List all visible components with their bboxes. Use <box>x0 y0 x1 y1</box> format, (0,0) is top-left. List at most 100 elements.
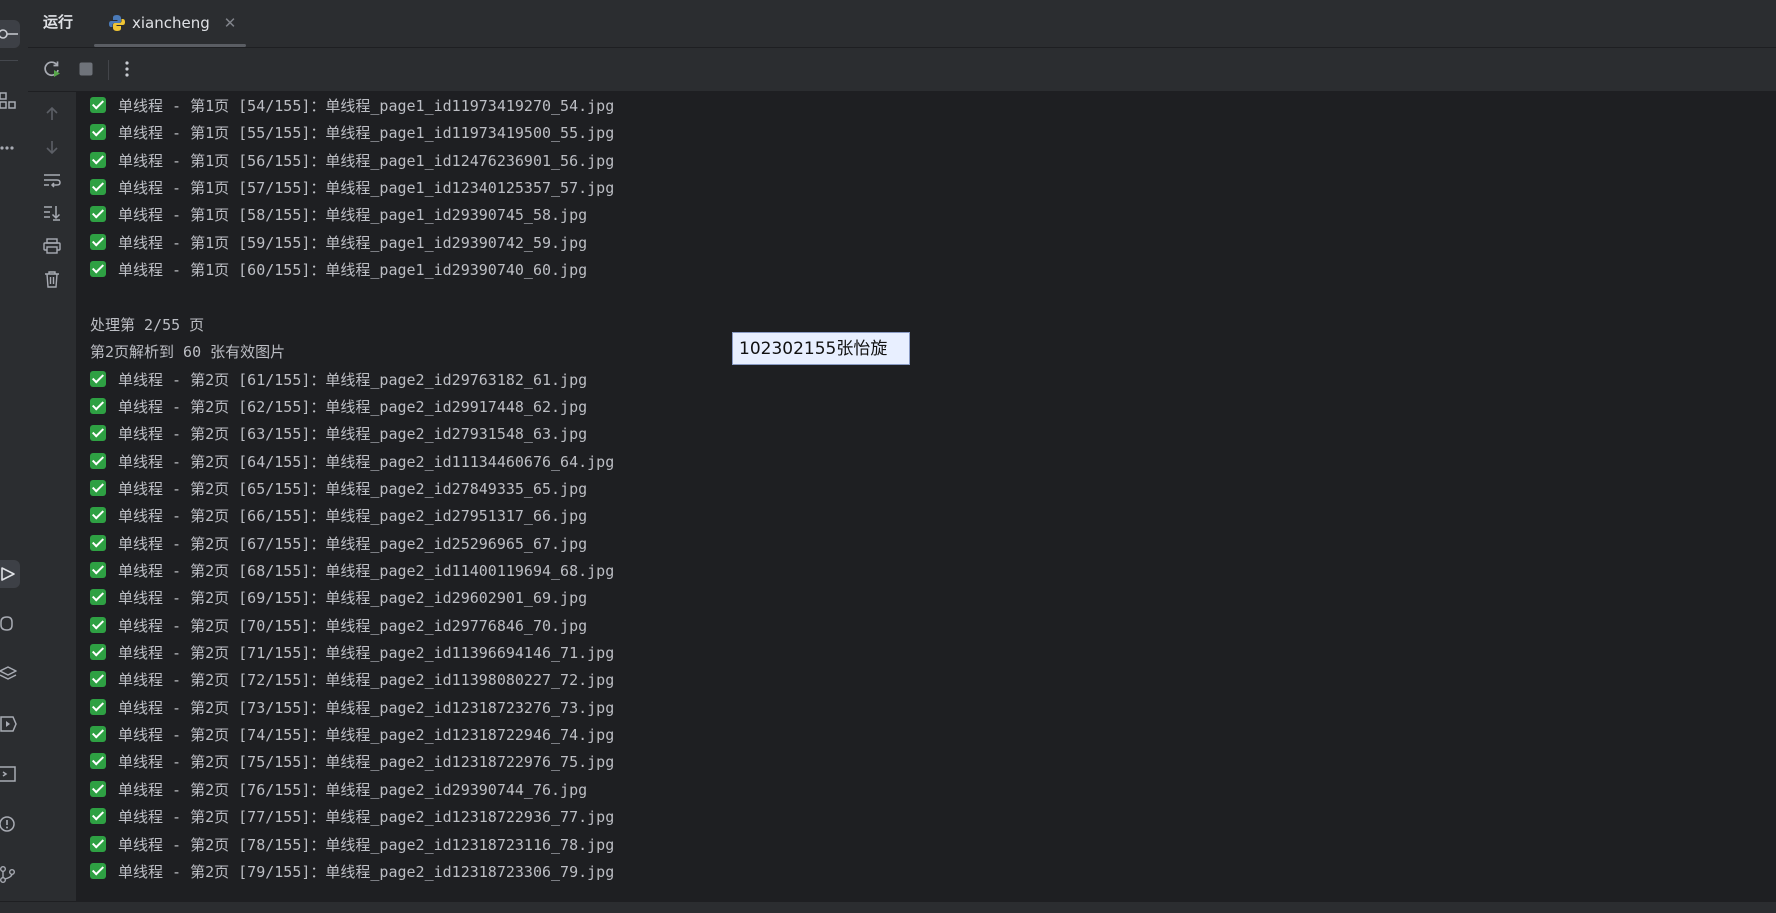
activity-bar <box>0 0 29 913</box>
layers-icon[interactable] <box>0 660 20 688</box>
services-icon[interactable] <box>0 710 20 738</box>
console-line: 单线程 - 第1页 [57/155]：单线程_page1_id123401253… <box>90 175 614 201</box>
console-line-text: 单线程 - 第2页 [62/155]：单线程_page2_id29917448_… <box>118 397 588 416</box>
scroll-to-end-icon[interactable] <box>41 202 63 224</box>
console-line: 单线程 - 第1页 [55/155]：单线程_page1_id119734195… <box>90 120 614 146</box>
stop-icon[interactable] <box>75 58 97 80</box>
check-mark-icon <box>90 206 106 223</box>
console-line: 单线程 - 第2页 [68/155]：单线程_page2_id114001196… <box>90 558 614 584</box>
check-mark-icon <box>90 562 106 578</box>
console-message: 第2页解析到 60 张有效图片 <box>90 339 285 365</box>
commit-icon[interactable] <box>0 20 20 48</box>
git-icon[interactable] <box>0 860 20 888</box>
check-mark-icon <box>90 753 106 770</box>
console-line-text: 第2页解析到 60 张有效图片 <box>90 343 286 362</box>
console-line-text: 单线程 - 第2页 [67/155]：单线程_page2_id25296965_… <box>118 534 588 553</box>
activity-separator <box>0 60 18 61</box>
console-line-text: 单线程 - 第2页 [71/155]：单线程_page2_id113966941… <box>118 644 615 662</box>
console-line: 单线程 - 第1页 [56/155]：单线程_page1_id124762369… <box>90 148 614 174</box>
console-line-text: 单线程 - 第2页 [61/155]：单线程_page2_id29763182_… <box>118 370 588 389</box>
console-line: 单线程 - 第2页 [72/155]：单线程_page2_id113980802… <box>90 667 614 693</box>
console-line-text: 单线程 - 第2页 [68/155]：单线程_page2_id114001196… <box>118 562 615 580</box>
console-line-text: 单线程 - 第1页 [57/155]：单线程_page1_id123401253… <box>118 179 615 198</box>
console-line: 单线程 - 第2页 [63/155]：单线程_page2_id27931548_… <box>90 421 587 447</box>
check-mark-icon <box>90 261 106 278</box>
console-line: 单线程 - 第2页 [74/155]：单线程_page2_id123187229… <box>90 722 614 748</box>
console-line-text: 单线程 - 第1页 [56/155]：单线程_page1_id124762369… <box>118 151 615 170</box>
console-line: 单线程 - 第2页 [67/155]：单线程_page2_id25296965_… <box>90 531 587 557</box>
scroll-down-icon[interactable] <box>41 136 63 158</box>
check-mark-icon <box>90 835 106 852</box>
console-line: 单线程 - 第1页 [60/155]：单线程_page1_id29390740_… <box>90 257 587 283</box>
console-line-text: 单线程 - 第1页 [55/155]：单线程_page1_id119734195… <box>118 124 615 143</box>
check-mark-icon <box>90 425 106 442</box>
check-mark-icon <box>90 370 106 387</box>
console-line-text: 单线程 - 第1页 [60/155]：单线程_page1_id29390740_… <box>118 261 588 280</box>
console-line-text: 单线程 - 第1页 [54/155]：单线程_page1_id119734192… <box>118 97 615 115</box>
console-gutter <box>28 92 77 902</box>
check-mark-icon <box>90 507 106 524</box>
console-line-text: 单线程 - 第1页 [59/155]：单线程_page1_id29390742_… <box>118 233 588 252</box>
console-line: 单线程 - 第2页 [79/155]：单线程_page2_id123187233… <box>90 859 614 885</box>
console-line: 单线程 - 第2页 [69/155]：单线程_page2_id29602901_… <box>90 585 587 611</box>
console-line: 单线程 - 第2页 [77/155]：单线程_page2_id123187229… <box>90 804 614 830</box>
more-options-icon[interactable] <box>116 58 138 80</box>
console-line: 单线程 - 第2页 [78/155]：单线程_page2_id123187231… <box>90 832 614 858</box>
console-message: 处理第 2/55 页 <box>90 312 204 338</box>
python-icon <box>109 14 125 31</box>
tab-active-indicator <box>94 44 246 47</box>
check-mark-icon <box>90 151 106 168</box>
console-line-text: 单线程 - 第2页 [76/155]：单线程_page2_id29390744_… <box>118 780 588 799</box>
terminal-icon[interactable] <box>0 760 20 788</box>
rerun-icon[interactable] <box>41 58 63 80</box>
console-line-text: 单线程 - 第2页 [63/155]：单线程_page2_id27931548_… <box>118 425 588 444</box>
console-line-text: 单线程 - 第2页 [73/155]：单线程_page2_id123187232… <box>118 698 615 717</box>
clear-all-icon[interactable] <box>41 268 63 290</box>
console-line: 单线程 - 第2页 [71/155]：单线程_page2_id113966941… <box>90 640 614 666</box>
check-mark-icon <box>90 780 106 797</box>
console-line-text: 单线程 - 第2页 [77/155]：单线程_page2_id123187229… <box>118 808 615 827</box>
python-console-icon[interactable] <box>0 610 20 638</box>
console-line-text: 单线程 - 第2页 [79/155]：单线程_page2_id123187233… <box>118 862 615 881</box>
check-mark-icon <box>90 644 106 660</box>
console-line-text: 单线程 - 第2页 [74/155]：单线程_page2_id123187229… <box>118 726 615 745</box>
tab-label: xiancheng <box>132 13 210 32</box>
console-line-text: 单线程 - 第2页 [78/155]：单线程_page2_id123187231… <box>118 835 615 854</box>
structure-icon[interactable] <box>0 86 20 114</box>
more-icon[interactable] <box>0 134 20 162</box>
console-line-text: 单线程 - 第2页 [66/155]：单线程_page2_id27951317_… <box>118 507 588 526</box>
console-line-text: 单线程 - 第2页 [75/155]：单线程_page2_id123187229… <box>118 753 615 772</box>
console-line: 单线程 - 第2页 [75/155]：单线程_page2_id123187229… <box>90 749 614 775</box>
console-line-text: 单线程 - 第2页 [72/155]：单线程_page2_id113980802… <box>118 671 615 690</box>
status-bar <box>0 901 1776 913</box>
check-mark-icon <box>90 698 106 715</box>
check-mark-icon <box>90 397 106 414</box>
check-mark-icon <box>90 452 106 469</box>
check-mark-icon <box>90 671 106 688</box>
console-line: 单线程 - 第2页 [61/155]：单线程_page2_id29763182_… <box>90 367 587 393</box>
console-line: 单线程 - 第1页 [54/155]：单线程_page1_id119734192… <box>90 93 614 119</box>
console-line: 单线程 - 第2页 [66/155]：单线程_page2_id27951317_… <box>90 503 587 529</box>
scroll-up-icon[interactable] <box>41 103 63 125</box>
console-line: 单线程 - 第2页 [62/155]：单线程_page2_id29917448_… <box>90 394 587 420</box>
close-icon[interactable]: ✕ <box>224 14 237 32</box>
console-line: 单线程 - 第2页 [70/155]：单线程_page2_id29776846_… <box>90 613 587 639</box>
console-line-text: 单线程 - 第2页 [64/155]：单线程_page2_id111344606… <box>118 452 615 471</box>
print-icon[interactable] <box>41 235 63 257</box>
check-mark-icon <box>90 534 106 551</box>
console-line: 单线程 - 第2页 [64/155]：单线程_page2_id111344606… <box>90 449 614 475</box>
check-mark-icon <box>90 179 106 196</box>
toolbar-separator <box>108 60 109 80</box>
tool-window-title: 运行 <box>43 13 74 31</box>
soft-wrap-icon[interactable] <box>41 169 63 191</box>
console-line: 单线程 - 第1页 [59/155]：单线程_page1_id29390742_… <box>90 230 587 256</box>
console-output[interactable]: 单线程 - 第1页 [54/155]：单线程_page1_id119734192… <box>77 92 1776 902</box>
console-line: 单线程 - 第2页 [73/155]：单线程_page2_id123187232… <box>90 695 614 721</box>
problems-icon[interactable] <box>0 810 20 838</box>
check-mark-icon <box>90 726 106 743</box>
run-icon[interactable] <box>0 560 20 588</box>
check-mark-icon <box>90 808 106 825</box>
tab-xiancheng[interactable]: xiancheng ✕ <box>94 0 246 45</box>
check-mark-icon <box>90 233 106 250</box>
check-mark-icon <box>90 616 106 633</box>
